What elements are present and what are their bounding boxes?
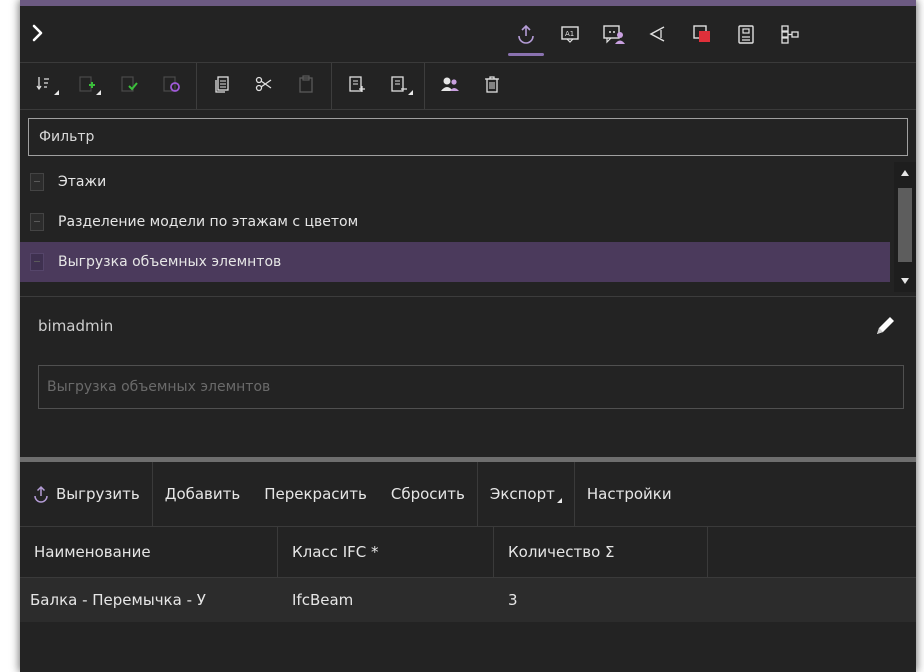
users-icon — [439, 74, 461, 98]
add-set-icon — [77, 74, 97, 98]
export-label: Экспорт — [489, 485, 555, 503]
tab-views[interactable] — [636, 16, 680, 56]
dropdown-arrow-icon — [96, 90, 101, 95]
list-item[interactable]: Этажи — [20, 162, 890, 202]
upload-label: Выгрузить — [56, 485, 140, 503]
scroll-up-icon[interactable] — [894, 164, 916, 182]
apply-set-button[interactable] — [108, 69, 150, 103]
reset-label: Сбросить — [390, 485, 465, 503]
set-list: Этажи Разделение модели по этажам с цвет… — [20, 162, 916, 292]
column-header-empty — [708, 527, 916, 577]
toolbar-group-io — [332, 63, 425, 109]
tab-report[interactable] — [724, 16, 768, 56]
recolor-label: Перекрасить — [264, 485, 367, 503]
description-input[interactable] — [38, 365, 904, 409]
hierarchy-icon — [779, 23, 801, 49]
table-header: Наименование Класс IFC * Количество Σ — [20, 527, 916, 578]
export-dropdown-button[interactable]: Экспорт — [478, 462, 575, 526]
upload-icon — [515, 23, 537, 49]
set-details: bimadmin — [20, 297, 916, 457]
elements-table: Наименование Класс IFC * Количество Σ Ба… — [20, 527, 916, 622]
dropdown-arrow-icon — [556, 497, 562, 503]
filter-container — [20, 110, 916, 156]
sort-icon — [35, 74, 55, 98]
tab-export[interactable] — [504, 16, 548, 56]
author-label: bimadmin — [38, 317, 114, 335]
export-list-icon — [389, 74, 409, 98]
comment-user-icon — [602, 23, 626, 49]
list-item[interactable]: Разделение модели по этажам с цветом — [20, 202, 890, 242]
upload-button[interactable]: Выгрузить — [20, 462, 153, 526]
set-icon — [30, 173, 44, 191]
dropdown-arrow-icon — [408, 90, 413, 95]
recolor-button[interactable]: Перекрасить — [252, 462, 379, 526]
apply-set-icon — [119, 74, 139, 98]
toolbar-group-clipboard — [197, 63, 332, 109]
toolbar-group-misc — [425, 63, 517, 109]
list-scrollbar[interactable] — [894, 162, 916, 292]
dropdown-arrow-icon — [54, 90, 59, 95]
list-item-selected[interactable]: Выгрузка объемных элемнтов — [20, 242, 890, 282]
import-list-button[interactable] — [336, 69, 378, 103]
set-toolbar — [20, 63, 916, 110]
refresh-set-icon — [161, 74, 181, 98]
tab-strip: A1 — [504, 16, 812, 56]
settings-label: Настройки — [586, 485, 672, 503]
filter-input[interactable] — [28, 118, 908, 156]
color-overlay-icon — [691, 23, 713, 49]
column-header-quantity[interactable]: Количество Σ — [494, 527, 708, 577]
list-item-label: Выгрузка объемных элемнтов — [58, 254, 282, 270]
label-a1-icon: A1 — [559, 23, 581, 49]
set-icon — [30, 213, 44, 231]
action-bar: Выгрузить Добавить Перекрасить Сбросить … — [20, 462, 916, 527]
users-button[interactable] — [429, 69, 471, 103]
upload-icon — [32, 485, 50, 503]
tab-comments[interactable] — [592, 16, 636, 56]
add-set-button[interactable] — [66, 69, 108, 103]
toolbar-group-sets — [20, 63, 197, 109]
svg-text:A1: A1 — [565, 30, 574, 38]
copy-icon — [212, 74, 232, 98]
table-row[interactable]: Балка - Перемычка - У IfcBeam 3 — [20, 578, 916, 622]
edit-pencil-icon[interactable] — [872, 313, 898, 339]
tab-structure[interactable] — [768, 16, 812, 56]
cell-name: Балка - Перемычка - У — [30, 591, 206, 609]
scroll-thumb[interactable] — [898, 188, 912, 262]
cell-quantity: 3 — [508, 591, 518, 609]
reset-button[interactable]: Сбросить — [379, 462, 478, 526]
panel-header: A1 — [20, 6, 916, 63]
tab-annotation[interactable]: A1 — [548, 16, 592, 56]
set-icon — [30, 253, 44, 271]
delete-button[interactable] — [471, 69, 513, 103]
copy-button[interactable] — [201, 69, 243, 103]
paste-icon — [296, 74, 316, 98]
chevron-right-icon[interactable] — [28, 20, 50, 46]
column-header-name[interactable]: Наименование — [20, 527, 278, 577]
clipboard-icon — [735, 23, 757, 49]
cut-button[interactable] — [243, 69, 285, 103]
scroll-down-icon[interactable] — [894, 272, 916, 290]
viewpoint-icon — [647, 23, 669, 49]
sort-button[interactable] — [24, 69, 66, 103]
cut-icon — [254, 74, 274, 98]
cell-ifc-class: IfcBeam — [292, 591, 354, 609]
list-item-label: Разделение модели по этажам с цветом — [58, 214, 359, 230]
import-list-icon — [347, 74, 367, 98]
tab-colors[interactable] — [680, 16, 724, 56]
add-button[interactable]: Добавить — [153, 462, 253, 526]
list-item-label: Этажи — [58, 174, 107, 190]
export-panel: A1 Фильтр Этажи Разделение модели по эта… — [20, 0, 916, 672]
column-header-ifc-class[interactable]: Класс IFC * — [278, 527, 494, 577]
refresh-set-button[interactable] — [150, 69, 192, 103]
settings-button[interactable]: Настройки — [575, 462, 684, 526]
paste-button[interactable] — [285, 69, 327, 103]
export-list-button[interactable] — [378, 69, 420, 103]
delete-icon — [482, 74, 502, 98]
cell-empty — [708, 578, 916, 622]
add-label: Добавить — [164, 485, 241, 503]
